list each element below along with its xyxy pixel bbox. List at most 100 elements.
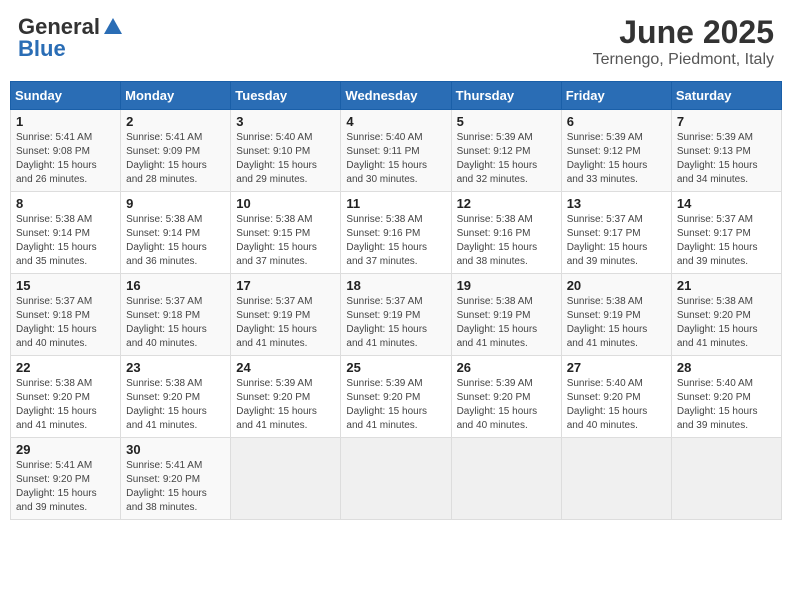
day-number: 24 [236, 360, 335, 375]
calendar-cell: 6 Sunrise: 5:39 AM Sunset: 9:12 PM Daylig… [561, 110, 671, 192]
day-number: 11 [346, 196, 445, 211]
day-number: 21 [677, 278, 776, 293]
day-info: Sunrise: 5:38 AM Sunset: 9:16 PM Dayligh… [346, 213, 445, 269]
day-number: 8 [16, 196, 115, 211]
calendar-cell: 19Sunrise: 5:38 AM Sunset: 9:19 PM Dayli… [451, 274, 561, 356]
calendar-cell: 27Sunrise: 5:40 AM Sunset: 9:20 PM Dayli… [561, 356, 671, 438]
day-info: Sunrise: 5:39 AM Sunset: 9:20 PM Dayligh… [236, 377, 335, 433]
calendar-cell [231, 438, 341, 520]
day-number: 20 [567, 278, 666, 293]
calendar-cell: 14 Sunrise: 5:37 AM Sunset: 9:17 PM Dayli… [671, 192, 781, 274]
day-info: Sunrise: 5:40 AM Sunset: 9:20 PM Dayligh… [677, 377, 776, 433]
day-info: Sunrise: 5:39 AM Sunset: 9:13 PM Dayligh… [677, 131, 776, 187]
day-info: Sunrise: 5:38 AM Sunset: 9:15 PM Dayligh… [236, 213, 335, 269]
day-info: Sunrise: 5:39 AM Sunset: 9:20 PM Dayligh… [457, 377, 556, 433]
day-info: Sunrise: 5:38 AM Sunset: 9:20 PM Dayligh… [677, 295, 776, 351]
calendar-table: SundayMondayTuesdayWednesdayThursdayFrid… [10, 81, 782, 520]
day-number: 17 [236, 278, 335, 293]
day-info: Sunrise: 5:40 AM Sunset: 9:11 PM Dayligh… [346, 131, 445, 187]
day-number: 23 [126, 360, 225, 375]
day-info: Sunrise: 5:37 AM Sunset: 9:18 PM Dayligh… [16, 295, 115, 351]
day-info: Sunrise: 5:38 AM Sunset: 9:14 PM Dayligh… [126, 213, 225, 269]
calendar-cell: 2Sunrise: 5:41 AM Sunset: 9:09 PM Daylig… [121, 110, 231, 192]
calendar-cell: 18Sunrise: 5:37 AM Sunset: 9:19 PM Dayli… [341, 274, 451, 356]
calendar-cell: 12 Sunrise: 5:38 AM Sunset: 9:16 PM Dayli… [451, 192, 561, 274]
day-info: Sunrise: 5:40 AM Sunset: 9:10 PM Dayligh… [236, 131, 335, 187]
calendar-week-row: 1 Sunrise: 5:41 AM Sunset: 9:08 PM Daylig… [11, 110, 782, 192]
day-number: 28 [677, 360, 776, 375]
day-info: Sunrise: 5:40 AM Sunset: 9:20 PM Dayligh… [567, 377, 666, 433]
day-number: 4 [346, 114, 445, 129]
calendar-week-row: 15Sunrise: 5:37 AM Sunset: 9:18 PM Dayli… [11, 274, 782, 356]
day-number: 12 [457, 196, 556, 211]
calendar-cell: 30 Sunrise: 5:41 AM Sunset: 9:20 PM Dayli… [121, 438, 231, 520]
calendar-week-row: 22 Sunrise: 5:38 AM Sunset: 9:20 PM Dayli… [11, 356, 782, 438]
day-number: 29 [16, 442, 115, 457]
day-info: Sunrise: 5:38 AM Sunset: 9:16 PM Dayligh… [457, 213, 556, 269]
calendar-cell: 17 Sunrise: 5:37 AM Sunset: 9:19 PM Dayli… [231, 274, 341, 356]
calendar-cell: 28 Sunrise: 5:40 AM Sunset: 9:20 PM Dayli… [671, 356, 781, 438]
calendar-cell: 9Sunrise: 5:38 AM Sunset: 9:14 PM Daylig… [121, 192, 231, 274]
title-area: June 2025 Ternengo, Piedmont, Italy [593, 14, 774, 69]
day-number: 6 [567, 114, 666, 129]
calendar-cell: 8 Sunrise: 5:38 AM Sunset: 9:14 PM Daylig… [11, 192, 121, 274]
calendar-cell: 23 Sunrise: 5:38 AM Sunset: 9:20 PM Dayli… [121, 356, 231, 438]
day-info: Sunrise: 5:37 AM Sunset: 9:17 PM Dayligh… [567, 213, 666, 269]
calendar-cell: 5 Sunrise: 5:39 AM Sunset: 9:12 PM Daylig… [451, 110, 561, 192]
day-info: Sunrise: 5:38 AM Sunset: 9:20 PM Dayligh… [16, 377, 115, 433]
calendar-cell: 1 Sunrise: 5:41 AM Sunset: 9:08 PM Daylig… [11, 110, 121, 192]
day-number: 5 [457, 114, 556, 129]
logo-blue-text: Blue [18, 36, 66, 62]
day-number: 22 [16, 360, 115, 375]
day-info: Sunrise: 5:41 AM Sunset: 9:20 PM Dayligh… [126, 459, 225, 515]
calendar-cell: 4 Sunrise: 5:40 AM Sunset: 9:11 PM Daylig… [341, 110, 451, 192]
day-number: 14 [677, 196, 776, 211]
calendar-cell [561, 438, 671, 520]
day-info: Sunrise: 5:37 AM Sunset: 9:17 PM Dayligh… [677, 213, 776, 269]
day-info: Sunrise: 5:39 AM Sunset: 9:12 PM Dayligh… [567, 131, 666, 187]
day-info: Sunrise: 5:37 AM Sunset: 9:18 PM Dayligh… [126, 295, 225, 351]
day-info: Sunrise: 5:41 AM Sunset: 9:20 PM Dayligh… [16, 459, 115, 515]
calendar-cell: 21 Sunrise: 5:38 AM Sunset: 9:20 PM Dayli… [671, 274, 781, 356]
location-title: Ternengo, Piedmont, Italy [593, 51, 774, 69]
day-number: 16 [126, 278, 225, 293]
day-info: Sunrise: 5:38 AM Sunset: 9:20 PM Dayligh… [126, 377, 225, 433]
day-number: 25 [346, 360, 445, 375]
calendar-week-row: 8 Sunrise: 5:38 AM Sunset: 9:14 PM Daylig… [11, 192, 782, 274]
calendar-cell: 26 Sunrise: 5:39 AM Sunset: 9:20 PM Dayli… [451, 356, 561, 438]
day-number: 3 [236, 114, 335, 129]
day-number: 2 [126, 114, 225, 129]
calendar-cell: 24 Sunrise: 5:39 AM Sunset: 9:20 PM Dayli… [231, 356, 341, 438]
calendar-cell: 10 Sunrise: 5:38 AM Sunset: 9:15 PM Dayli… [231, 192, 341, 274]
calendar-day-header: Sunday [11, 82, 121, 110]
calendar-day-header: Monday [121, 82, 231, 110]
day-number: 10 [236, 196, 335, 211]
day-number: 26 [457, 360, 556, 375]
day-info: Sunrise: 5:41 AM Sunset: 9:08 PM Dayligh… [16, 131, 115, 187]
calendar-cell: 7Sunrise: 5:39 AM Sunset: 9:13 PM Daylig… [671, 110, 781, 192]
calendar-cell: 13 Sunrise: 5:37 AM Sunset: 9:17 PM Dayli… [561, 192, 671, 274]
calendar-cell: 20Sunrise: 5:38 AM Sunset: 9:19 PM Dayli… [561, 274, 671, 356]
day-info: Sunrise: 5:38 AM Sunset: 9:14 PM Dayligh… [16, 213, 115, 269]
day-number: 19 [457, 278, 556, 293]
calendar-day-header: Saturday [671, 82, 781, 110]
calendar-cell: 25Sunrise: 5:39 AM Sunset: 9:20 PM Dayli… [341, 356, 451, 438]
calendar-cell: 29 Sunrise: 5:41 AM Sunset: 9:20 PM Dayli… [11, 438, 121, 520]
calendar-cell: 22 Sunrise: 5:38 AM Sunset: 9:20 PM Dayli… [11, 356, 121, 438]
day-info: Sunrise: 5:37 AM Sunset: 9:19 PM Dayligh… [236, 295, 335, 351]
day-info: Sunrise: 5:39 AM Sunset: 9:12 PM Dayligh… [457, 131, 556, 187]
calendar-cell: 3 Sunrise: 5:40 AM Sunset: 9:10 PM Daylig… [231, 110, 341, 192]
calendar-week-row: 29 Sunrise: 5:41 AM Sunset: 9:20 PM Dayli… [11, 438, 782, 520]
calendar-day-header: Tuesday [231, 82, 341, 110]
calendar-header-row: SundayMondayTuesdayWednesdayThursdayFrid… [11, 82, 782, 110]
day-number: 1 [16, 114, 115, 129]
calendar-day-header: Wednesday [341, 82, 451, 110]
logo: General Blue [18, 14, 124, 62]
day-number: 13 [567, 196, 666, 211]
calendar-cell: 16 Sunrise: 5:37 AM Sunset: 9:18 PM Dayli… [121, 274, 231, 356]
day-number: 30 [126, 442, 225, 457]
logo-icon [102, 16, 124, 38]
calendar-cell: 11 Sunrise: 5:38 AM Sunset: 9:16 PM Dayli… [341, 192, 451, 274]
calendar-day-header: Thursday [451, 82, 561, 110]
calendar-cell [671, 438, 781, 520]
